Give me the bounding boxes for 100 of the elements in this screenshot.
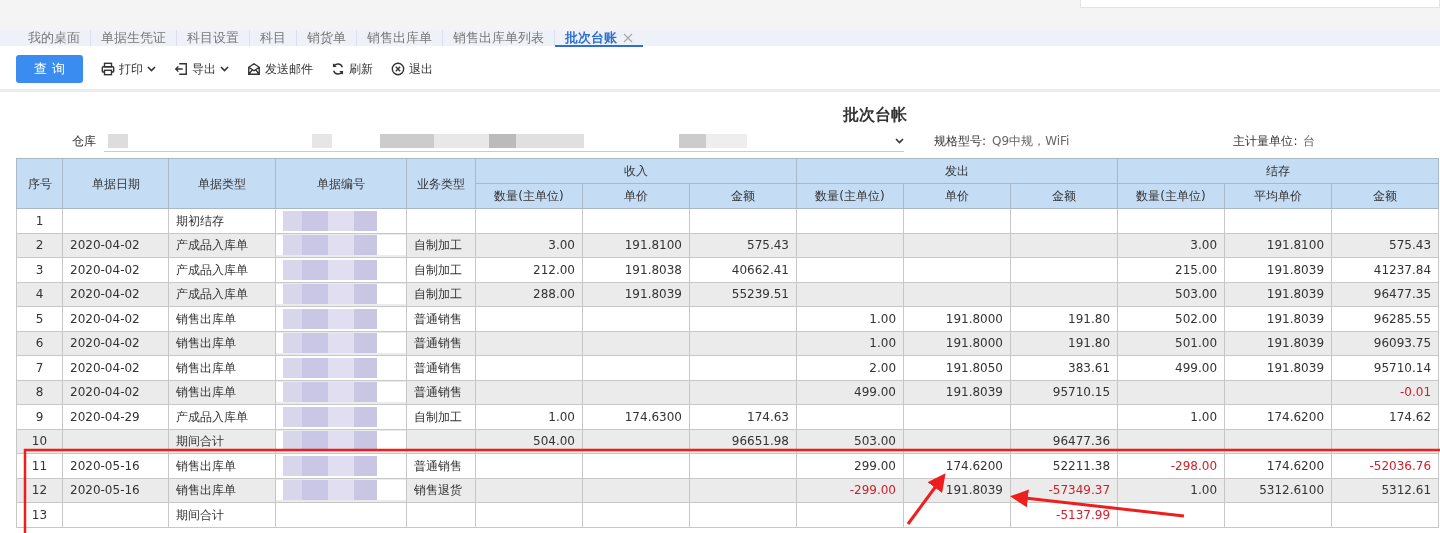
table-cell: 2020-04-02 [62,331,169,356]
print-button[interactable]: 打印 [101,60,156,78]
table-cell: 期初结存 [168,208,276,233]
column-header: 单价 [903,183,1011,209]
table-cell: 自制加工 [406,257,476,282]
table-cell: 13 [16,502,63,527]
table-cell: 2020-04-02 [62,306,169,331]
column-header: 单价 [582,183,690,209]
table-cell: 2020-05-16 [62,453,169,478]
table-cell: 9 [16,404,63,429]
table-cell: 191.80 [1010,331,1118,356]
table-cell: 191.8039 [903,380,1011,405]
table-cell: 1.00 [796,331,904,356]
table-cell: 5312.6100 [1224,478,1332,503]
tab[interactable]: 单据生凭证 [91,30,177,47]
table-cell: 52211.38 [1010,453,1118,478]
printer-icon [101,62,115,76]
column-group-header: 收入 [475,158,797,184]
table-cell: 191.8000 [903,306,1011,331]
table-cell: 288.00 [475,282,583,307]
table-cell: -5137.99 [1010,502,1118,527]
table-cell: -299.00 [796,478,904,503]
table-cell: 销售出库单 [168,478,276,503]
table-cell: 3.00 [1117,233,1225,258]
column-header: 数量(主单位) [796,183,904,209]
table-cell: 1.00 [475,404,583,429]
table-cell: 2020-05-16 [62,478,169,503]
table-cell: 销售出库单 [168,306,276,331]
tab[interactable]: 销售出库单列表 [443,30,555,47]
column-header: 业务类型 [406,158,476,209]
search-field[interactable] [1080,0,1440,8]
table-cell: 191.8000 [903,331,1011,356]
table-cell: 96093.75 [1331,331,1439,356]
table-cell: 40662.41 [689,257,797,282]
tab[interactable]: 销售出库单 [357,30,443,47]
table-cell: 575.43 [1331,233,1439,258]
tab[interactable]: 我的桌面 [18,30,91,47]
close-circle-icon [391,62,405,76]
table-cell: 191.8050 [903,355,1011,380]
table-cell: 产成品入库单 [168,282,276,307]
table-cell: 普通销售 [406,453,476,478]
table-cell: -298.00 [1117,453,1225,478]
table-cell: 174.6200 [1224,453,1332,478]
table-cell: 96285.55 [1331,306,1439,331]
refresh-button[interactable]: 刷新 [331,60,373,78]
table-cell: 自制加工 [406,404,476,429]
tab[interactable]: 批次台账 [555,30,643,47]
tab[interactable]: 科目设置 [177,30,250,47]
export-icon [174,62,188,76]
table-cell: 销售出库单 [168,355,276,380]
table-cell: 产成品入库单 [168,257,276,282]
table-cell: 191.8039 [1224,282,1332,307]
table-cell: 575.43 [689,233,797,258]
column-group-header: 结存 [1117,158,1439,184]
table-cell: 502.00 [1117,306,1225,331]
table-cell: 501.00 [1117,331,1225,356]
table-cell: 215.00 [1117,257,1225,282]
column-group-header: 发出 [796,158,1118,184]
table-cell: 销售出库单 [168,453,276,478]
table-cell: 191.8038 [582,257,690,282]
envelope-icon [247,62,261,76]
mail-button[interactable]: 发送邮件 [247,60,313,78]
table-cell: 191.80 [1010,306,1118,331]
table-cell: 6 [16,331,63,356]
query-button[interactable]: 查 询 [16,55,83,83]
table-cell: 191.8039 [1224,306,1332,331]
table-cell: 191.8039 [1224,331,1332,356]
table-cell: 191.8100 [582,233,690,258]
table-cell: 174.6200 [903,453,1011,478]
table-cell: 191.8100 [1224,233,1332,258]
table-cell: 11 [16,453,63,478]
table-cell: 191.8039 [582,282,690,307]
field-label: 仓库 [72,133,96,150]
field-label: 规格型号: [934,133,987,150]
column-header: 金额 [1331,183,1439,209]
table-cell: 2020-04-02 [62,380,169,405]
close-icon[interactable] [623,32,633,43]
table-cell: 产成品入库单 [168,404,276,429]
report-title: 批次台帐 [843,104,907,126]
export-button[interactable]: 导出 [174,60,229,78]
annotation-arrow [906,473,946,525]
column-header: 金额 [689,183,797,209]
field-label: 主计量单位: [1233,133,1298,150]
tab[interactable]: 科目 [250,30,297,47]
caret-icon [895,137,904,144]
table-cell: 174.6300 [582,404,690,429]
table-cell: 499.00 [1117,355,1225,380]
table-cell: 1.00 [1117,478,1225,503]
table-cell: 8 [16,380,63,405]
column-header: 序号 [16,158,63,209]
table-cell: 2020-04-02 [62,233,169,258]
field-value: 台 [1303,133,1316,150]
table-cell: 95710.14 [1331,355,1439,380]
tab[interactable]: 销货单 [297,30,357,47]
table-cell: 299.00 [796,453,904,478]
column-header: 数量(主单位) [475,183,583,209]
table-cell: 2020-04-02 [62,355,169,380]
table-cell: 1.00 [1117,404,1225,429]
table-cell: 2020-04-29 [62,404,169,429]
exit-button[interactable]: 退出 [391,60,433,78]
